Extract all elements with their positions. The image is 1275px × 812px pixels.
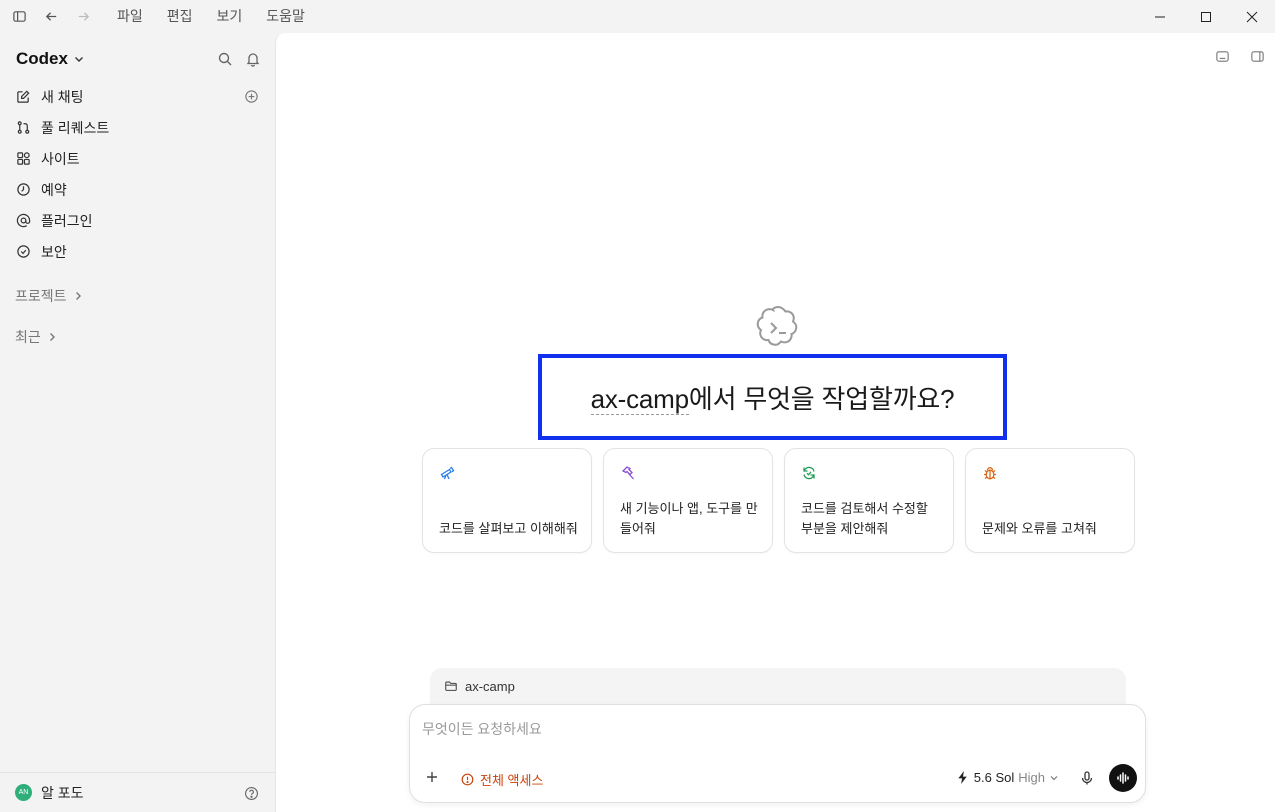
composer: 무엇이든 요청하세요 전체 액세스 5.6 Sol High <box>409 704 1146 803</box>
search-icon[interactable] <box>217 51 233 67</box>
git-pull-request-icon <box>16 120 31 135</box>
model-name: 5.6 Sol <box>973 770 1015 785</box>
model-level: High <box>1018 770 1045 785</box>
user-name: 알 포도 <box>41 784 84 801</box>
sidebar-item-pull-requests[interactable]: 풀 리퀘스트 <box>8 112 267 143</box>
sidebar-item-new-chat[interactable]: 새 채팅 <box>8 81 267 112</box>
sidebar: Codex 새 채팅 풀 리퀘스트 사이트 예약 플러그인 보안 프로젝트 최근… <box>0 33 275 812</box>
sidebar-item-label: 보안 <box>41 243 67 260</box>
sidebar-item-label: 예약 <box>41 181 67 198</box>
panel-controls <box>1215 49 1265 64</box>
page-title: ax-camp에서 무엇을 작업할까요? <box>590 379 955 416</box>
alert-circle-icon <box>461 773 474 786</box>
forward-arrow-icon[interactable] <box>67 0 99 33</box>
avatar: AN <box>15 784 32 801</box>
audio-waveform-icon <box>1117 772 1129 784</box>
suggestion-card-fix[interactable]: 문제와 오류를 고쳐줘 <box>965 448 1135 553</box>
recent-label: 최근 <box>15 329 41 345</box>
at-sign-icon <box>16 213 31 228</box>
menu-file[interactable]: 파일 <box>105 0 155 33</box>
projects-label: 프로젝트 <box>15 288 67 304</box>
telescope-icon <box>440 466 455 480</box>
suggestion-text: 새 기능이나 앱, 도구를 만들어줘 <box>620 501 758 536</box>
plus-circle-icon[interactable] <box>244 89 259 104</box>
terminal-panel-icon[interactable] <box>1215 49 1230 64</box>
help-icon[interactable] <box>244 786 259 801</box>
suggestion-text: 코드를 살펴보고 이해해줘 <box>439 521 578 536</box>
sidebar-item-label: 사이트 <box>41 150 80 167</box>
sidebar-item-label: 새 채팅 <box>41 88 84 105</box>
microphone-icon[interactable] <box>1079 770 1095 786</box>
edit-icon <box>16 89 31 104</box>
headline-highlight: ax-camp에서 무엇을 작업할까요? <box>538 354 1007 440</box>
window-controls <box>1137 0 1275 33</box>
sidebar-nav: 새 채팅 풀 리퀘스트 사이트 예약 플러그인 보안 <box>8 81 267 267</box>
recent-section[interactable]: 최근 <box>15 327 58 347</box>
hammer-icon <box>621 466 634 480</box>
sidebar-item-label: 플러그인 <box>41 212 93 229</box>
sidebar-item-security[interactable]: 보안 <box>8 236 267 267</box>
bug-icon <box>984 467 996 480</box>
access-label: 전체 액세스 <box>480 773 544 788</box>
close-button[interactable] <box>1229 0 1275 33</box>
access-button[interactable]: 전체 액세스 <box>461 770 543 789</box>
menu-bar: 파일 편집 보기 도움말 <box>105 0 317 33</box>
suggestion-text: 문제와 오류를 고쳐줘 <box>982 521 1097 536</box>
suggestion-text: 코드를 검토해서 수정할 부분을 제안해줘 <box>801 501 928 536</box>
sidebar-item-plugins[interactable]: 플러그인 <box>8 205 267 236</box>
plus-icon[interactable] <box>424 769 440 785</box>
sidebar-item-label: 풀 리퀘스트 <box>41 119 110 136</box>
codex-logo-icon <box>756 305 798 346</box>
apps-icon <box>16 151 31 166</box>
suggestion-card-review[interactable]: 코드를 검토해서 수정할 부분을 제안해줘 <box>784 448 954 553</box>
side-panel-icon[interactable] <box>1250 49 1265 64</box>
suggestion-cards: 코드를 살펴보고 이해해줘 새 기능이나 앱, 도구를 만들어줘 코드를 검토해… <box>422 448 1135 553</box>
brand-title[interactable]: Codex <box>16 49 68 69</box>
composer-toolbar: 전체 액세스 5.6 Sol High <box>410 756 1145 802</box>
title-bar: 파일 편집 보기 도움말 <box>0 0 1275 33</box>
sidebar-item-schedule[interactable]: 예약 <box>8 174 267 205</box>
workspace-selector[interactable]: ax-camp <box>430 668 1126 708</box>
user-profile[interactable]: AN 알 포도 <box>0 772 275 812</box>
headline-text: 에서 무엇을 작업할까요? <box>688 383 955 414</box>
projects-section[interactable]: 프로젝트 <box>15 286 84 306</box>
main-panel: ax-camp에서 무엇을 작업할까요? 코드를 살펴보고 이해해줘 새 기능이… <box>275 33 1275 812</box>
menu-help[interactable]: 도움말 <box>254 0 317 33</box>
bell-icon[interactable] <box>245 51 261 67</box>
maximize-button[interactable] <box>1183 0 1229 33</box>
brand-row: Codex <box>16 47 261 71</box>
back-arrow-icon[interactable] <box>35 0 67 33</box>
minimize-button[interactable] <box>1137 0 1183 33</box>
clock-icon <box>16 182 31 197</box>
chevron-down-icon[interactable] <box>73 53 85 65</box>
workspace-name: ax-camp <box>465 679 515 694</box>
chevron-right-icon <box>75 292 81 300</box>
menu-edit[interactable]: 편집 <box>155 0 205 33</box>
bolt-icon <box>958 771 967 784</box>
chevron-down-icon <box>1050 775 1058 780</box>
folder-icon <box>445 681 457 691</box>
refresh-check-icon <box>803 466 815 480</box>
shield-icon <box>16 244 31 259</box>
model-selector[interactable]: 5.6 Sol High <box>957 770 1059 785</box>
project-name[interactable]: ax-camp <box>590 383 689 415</box>
chevron-right-icon <box>49 333 55 341</box>
suggestion-card-explore[interactable]: 코드를 살펴보고 이해해줘 <box>422 448 592 553</box>
prompt-input[interactable]: 무엇이든 요청하세요 <box>422 719 1122 739</box>
suggestion-card-build[interactable]: 새 기능이나 앱, 도구를 만들어줘 <box>603 448 773 553</box>
sidebar-item-sites[interactable]: 사이트 <box>8 143 267 174</box>
voice-mode-button[interactable] <box>1109 764 1137 792</box>
sidebar-toggle-icon[interactable] <box>3 0 35 33</box>
menu-view[interactable]: 보기 <box>205 0 255 33</box>
